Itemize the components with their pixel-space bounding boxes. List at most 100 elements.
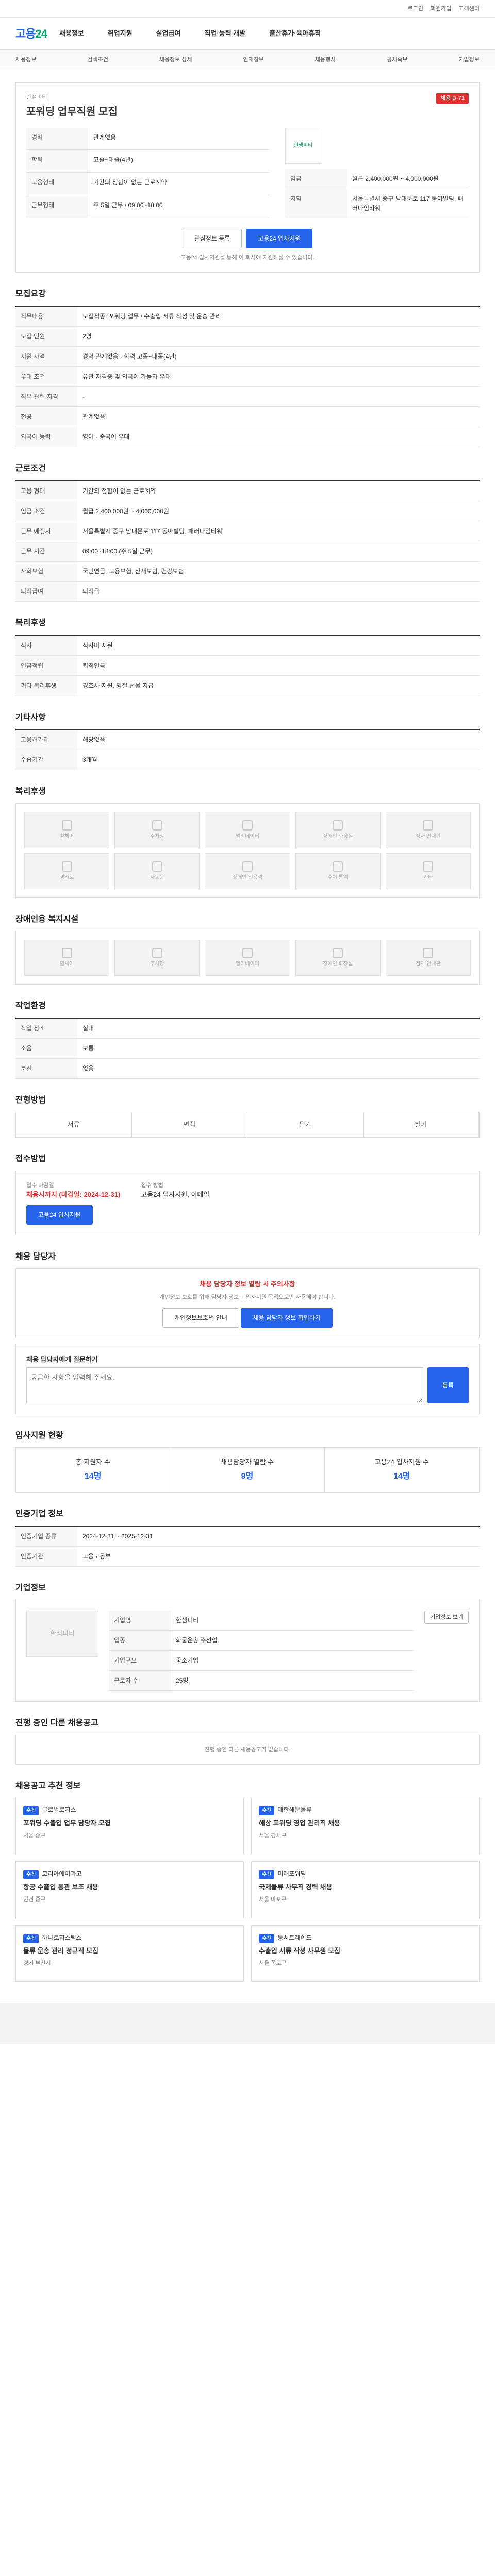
- facility-label: 경사로: [59, 874, 74, 880]
- row-key: 고용허가제: [15, 730, 77, 750]
- other-empty: 진행 중인 다른 채용공고가 없습니다.: [15, 1734, 480, 1765]
- facility-label: 자동문: [150, 874, 164, 880]
- support-link[interactable]: 고객센터: [459, 5, 480, 13]
- section-title: 인증기업 정보: [15, 1509, 63, 1518]
- company-name: 한샘피티: [26, 94, 47, 100]
- row-value: 3개월: [77, 750, 480, 770]
- signup-link[interactable]: 회원가입: [431, 5, 451, 13]
- inquiry-input[interactable]: [26, 1367, 423, 1403]
- row-key: 기업규모: [109, 1650, 171, 1671]
- subnav-4[interactable]: 채용행사: [315, 56, 336, 64]
- facility-item: 경사로: [24, 853, 110, 889]
- gnb-benefit[interactable]: 실업급여: [156, 28, 181, 39]
- subnav-3[interactable]: 인재정보: [243, 56, 263, 64]
- method-item: 필기: [248, 1112, 364, 1137]
- row-key: 인증기업 종류: [15, 1526, 77, 1547]
- site-logo[interactable]: 고용24: [15, 25, 47, 42]
- save-interest-button[interactable]: 관심정보 등록: [182, 228, 242, 248]
- privacy-button[interactable]: 개인정보보호법 안내: [162, 1308, 239, 1328]
- facility-label: 장애인 화장실: [323, 961, 353, 967]
- table-row: 소음 보통: [15, 1038, 480, 1059]
- apply-period: 채용시까지 (마감일: 2024-12-31): [26, 1191, 121, 1198]
- contact-view-button[interactable]: 채용 담당자 정보 확인하기: [241, 1308, 333, 1328]
- row-key: 우대 조건: [15, 366, 77, 387]
- facility-icon: [152, 820, 162, 831]
- facility-label: 점자 안내판: [416, 961, 441, 967]
- subnav-2[interactable]: 채용정보 상세: [159, 56, 192, 64]
- method-item: 서류: [16, 1112, 132, 1137]
- rec-card[interactable]: 추천 코리아에어카고 항공 수출입 통관 보조 채용 인천 중구: [15, 1861, 244, 1918]
- row-key: 기타 복리후생: [15, 675, 77, 696]
- apply-button-2[interactable]: 고용24 입사지원: [26, 1205, 93, 1225]
- facility-label: 장애인 화장실: [323, 833, 353, 839]
- rec-card[interactable]: 추천 글로벌로지스 포워딩 수출입 업무 담당자 모집 서울 중구: [15, 1798, 244, 1854]
- gnb-jobs[interactable]: 채용정보: [59, 28, 84, 39]
- facility-item: 점자 안내판: [385, 940, 471, 976]
- facility-item: 주차장: [114, 940, 200, 976]
- stat-label: 총 지원자 수: [75, 1458, 110, 1466]
- status-section: 입사지원 현황 총 지원자 수 14명 채용담당자 열람 수 9명 고용24 입사지원 …: [15, 1430, 480, 1493]
- gnb-support[interactable]: 취업지원: [108, 28, 133, 39]
- subnav-0[interactable]: 채용정보: [15, 56, 36, 64]
- rec-card[interactable]: 추천 동서트레이드 수출입 서류 작성 사무원 모집 서울 종로구: [251, 1925, 480, 1982]
- facility-icon: [423, 820, 434, 831]
- facility-icon: [333, 947, 343, 958]
- table-row: 근무 예정지 서울특별시 중구 남대문로 117 동아빌딩, 패러다임타워: [15, 521, 480, 541]
- rec-title[interactable]: 물류 운송 관리 정규직 모집: [23, 1946, 236, 1956]
- facility-item: 장애인 화장실: [295, 812, 381, 848]
- table-row: 기업규모 중소기업: [109, 1650, 415, 1671]
- row-key: 작업 장소: [15, 1018, 77, 1039]
- login-link[interactable]: 로그인: [408, 5, 423, 13]
- facility-label: 장애인 전용석: [233, 874, 262, 880]
- rec-title[interactable]: 항공 수출입 통관 보조 채용: [23, 1882, 236, 1892]
- method-item: 면접: [132, 1112, 248, 1137]
- company-logo: 한샘피티: [285, 127, 321, 164]
- company-section: 기업정보 한샘피티 기업명 한샘피티 업종 화물운송 주선업 기업규모 중소기업 근로자 수…: [15, 1582, 480, 1702]
- facility-label: 점자 안내판: [416, 833, 441, 839]
- stat-item: 고용24 입사지원 수 14명: [325, 1448, 479, 1492]
- facility-label: 엘리베이터: [235, 833, 259, 839]
- rec-title[interactable]: 해상 포워딩 영업 관리직 채용: [259, 1818, 472, 1828]
- subnav-1[interactable]: 검색조건: [87, 56, 108, 64]
- company-info-button[interactable]: 기업정보 보기: [424, 1610, 469, 1624]
- facility-item: 휠체어: [24, 812, 110, 848]
- company-table: 기업명 한샘피티 업종 화물운송 주선업 기업규모 중소기업 근로자 수 25명: [109, 1610, 415, 1691]
- facility-label: 주차장: [150, 833, 164, 839]
- section-title: 모집요강: [15, 290, 46, 298]
- row-value: 국민연금, 고용보험, 산재보험, 건강보험: [77, 561, 480, 582]
- rec-card[interactable]: 추천 미래포워딩 국제물류 사무직 경력 채용 서울 마포구: [251, 1861, 480, 1918]
- stat-item: 총 지원자 수 14명: [16, 1448, 171, 1492]
- facility-item: 장애인 화장실: [295, 940, 381, 976]
- inquiry-submit-button[interactable]: 등록: [427, 1367, 469, 1403]
- row-key: 고용 형태: [15, 481, 77, 501]
- facility-item: 수어 통역: [295, 853, 381, 889]
- summary-table: 경력 관계없음 학력 고졸~대졸(4년) 고용형태 기간의 정함이 없는 근로계약 근…: [26, 127, 270, 218]
- table-row: 근로자 수 25명: [109, 1670, 415, 1691]
- rec-card[interactable]: 추천 대한해운물류 해상 포워딩 영업 관리직 채용 서울 강서구: [251, 1798, 480, 1854]
- subnav-6[interactable]: 기업정보: [458, 56, 479, 64]
- rec-title[interactable]: 수출입 서류 작성 사무원 모집: [259, 1946, 472, 1956]
- apply-button[interactable]: 고용24 입사지원: [246, 228, 313, 248]
- gnb-training[interactable]: 직업·능력 개발: [205, 28, 246, 39]
- table-row: 모집 인원 2명: [15, 326, 480, 347]
- summary-value: 고졸~대졸(4년): [88, 149, 270, 173]
- rec-tag: 추천: [259, 1806, 275, 1815]
- global-nav: 채용정보 취업지원 실업급여 직업·능력 개발 출산휴가·육아휴직: [59, 28, 321, 39]
- rec-card[interactable]: 추천 하나로지스틱스 물류 운송 관리 정규직 모집 경기 부천시: [15, 1925, 244, 1982]
- job-title: 포워딩 업무직원 모집: [26, 106, 118, 117]
- summary-value: 서울특별시 중구 남대문로 117 동아빌딩, 패러다임타워: [346, 189, 469, 218]
- gnb-leave[interactable]: 출산휴가·육아휴직: [269, 28, 321, 39]
- row-key: 외국어 능력: [15, 427, 77, 447]
- row-value: 월급 2,400,000원 ~ 4,000,000원: [77, 501, 480, 521]
- facility-item: 엘리베이터: [205, 940, 290, 976]
- rec-title[interactable]: 포워딩 수출입 업무 담당자 모집: [23, 1818, 236, 1828]
- rec-location: 서울 중구: [23, 1832, 46, 1839]
- rec-cards: 추천 글로벌로지스 포워딩 수출입 업무 담당자 모집 서울 중구 추천 대한해운물류 해상…: [15, 1798, 480, 1982]
- table-row: 연금적립 퇴직연금: [15, 655, 480, 676]
- row-key: 인증기관: [15, 1546, 77, 1567]
- subnav-5[interactable]: 공채속보: [387, 56, 407, 64]
- info-section: 인증기업 정보 인증기업 종류 2024-12-31 ~ 2025-12-31 인증…: [15, 1508, 480, 1567]
- facility-item: 장애인 전용석: [205, 853, 290, 889]
- row-value: 2명: [77, 326, 480, 347]
- rec-title[interactable]: 국제물류 사무직 경력 채용: [259, 1882, 472, 1892]
